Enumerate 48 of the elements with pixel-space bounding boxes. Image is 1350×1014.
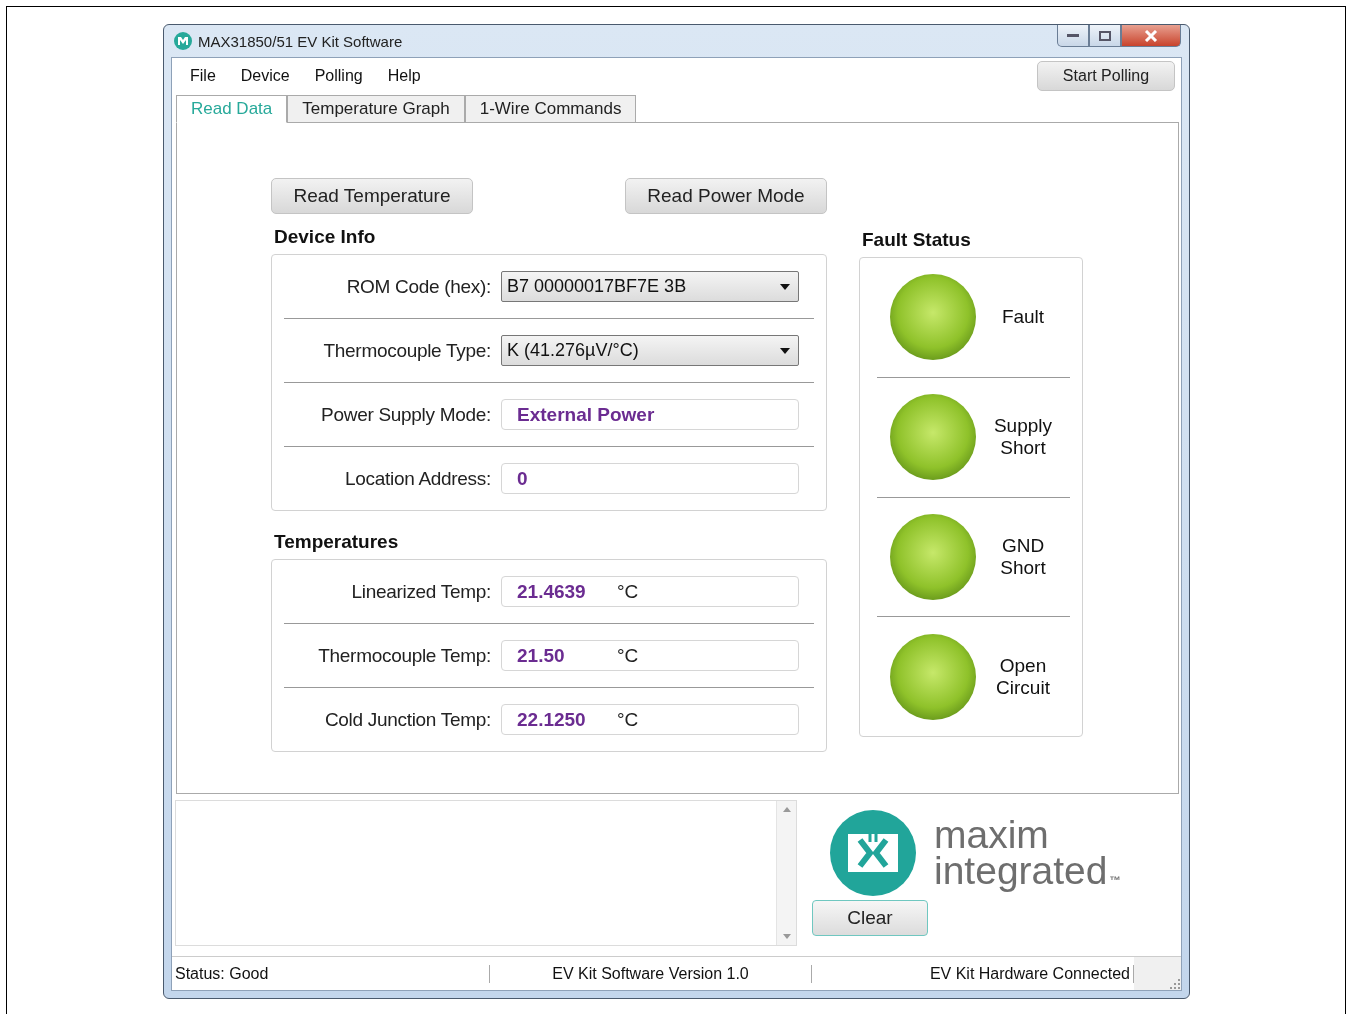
action-button[interactable]: Read Power Mode [625, 178, 827, 214]
field-label: Location Address: [344, 467, 491, 490]
scroll-up-icon[interactable] [782, 807, 791, 812]
dropdown[interactable]: K (41.276µV/°C) [501, 335, 799, 366]
status-text: EV Kit Software Version 1.0 [490, 964, 812, 983]
menu-item[interactable]: File [190, 67, 216, 85]
fault-label: Open Circuit [995, 654, 1051, 699]
menu-item[interactable]: Polling [314, 67, 363, 85]
scroll-down-icon[interactable] [782, 934, 791, 939]
dropdown[interactable]: B7 00000017BF7E 3B [501, 271, 799, 302]
fault-label: GND Short [999, 534, 1047, 579]
field-label: Linearized Temp: [350, 580, 491, 603]
logo-icon [830, 810, 916, 896]
field-label: ROM Code (hex): [345, 275, 491, 298]
field-label: Thermocouple Type: [322, 339, 491, 362]
field-label: Thermocouple Temp: [317, 644, 491, 667]
readout-field: 21.4639 °C [501, 576, 799, 607]
trademark-mark: ™ [1109, 874, 1121, 886]
status-text: Status: Good [172, 964, 490, 983]
tab[interactable]: 1-Wire Commands [464, 95, 637, 122]
app-logo-icon [174, 32, 192, 50]
menu-item[interactable]: Device [240, 67, 290, 85]
close-button[interactable] [1121, 25, 1181, 47]
menu-item[interactable]: Help [387, 67, 421, 85]
fault-label: Supply Short [992, 415, 1054, 460]
clear-button[interactable]: Clear [812, 900, 928, 936]
start-polling-button[interactable]: Start Polling [1037, 61, 1175, 91]
minimize-button[interactable] [1057, 25, 1089, 47]
section-heading: Temperatures [274, 531, 400, 553]
section-heading: Device Info [274, 226, 377, 248]
readout-field: External Power [501, 399, 799, 430]
section-heading: Fault Status [862, 229, 972, 251]
caret-down-icon [780, 347, 790, 354]
maximize-button[interactable] [1089, 25, 1121, 47]
tab[interactable]: Temperature Graph [287, 95, 465, 122]
window-title: MAX31850/51 EV Kit Software [198, 32, 404, 50]
fault-label: Fault [1001, 306, 1045, 329]
readout-field: 21.50 °C [501, 640, 799, 671]
maximize-icon [1099, 30, 1111, 41]
field-label: Power Supply Mode: [320, 403, 491, 426]
close-icon [1144, 29, 1158, 42]
caret-down-icon [780, 283, 790, 290]
field-label: Cold Junction Temp: [323, 708, 491, 731]
readout-field: 0 [501, 463, 799, 494]
resize-grip-icon [1169, 978, 1181, 990]
readout-field: 22.1250 °C [501, 704, 799, 735]
minimize-icon [1067, 33, 1079, 38]
action-button[interactable]: Read Temperature [271, 178, 473, 214]
